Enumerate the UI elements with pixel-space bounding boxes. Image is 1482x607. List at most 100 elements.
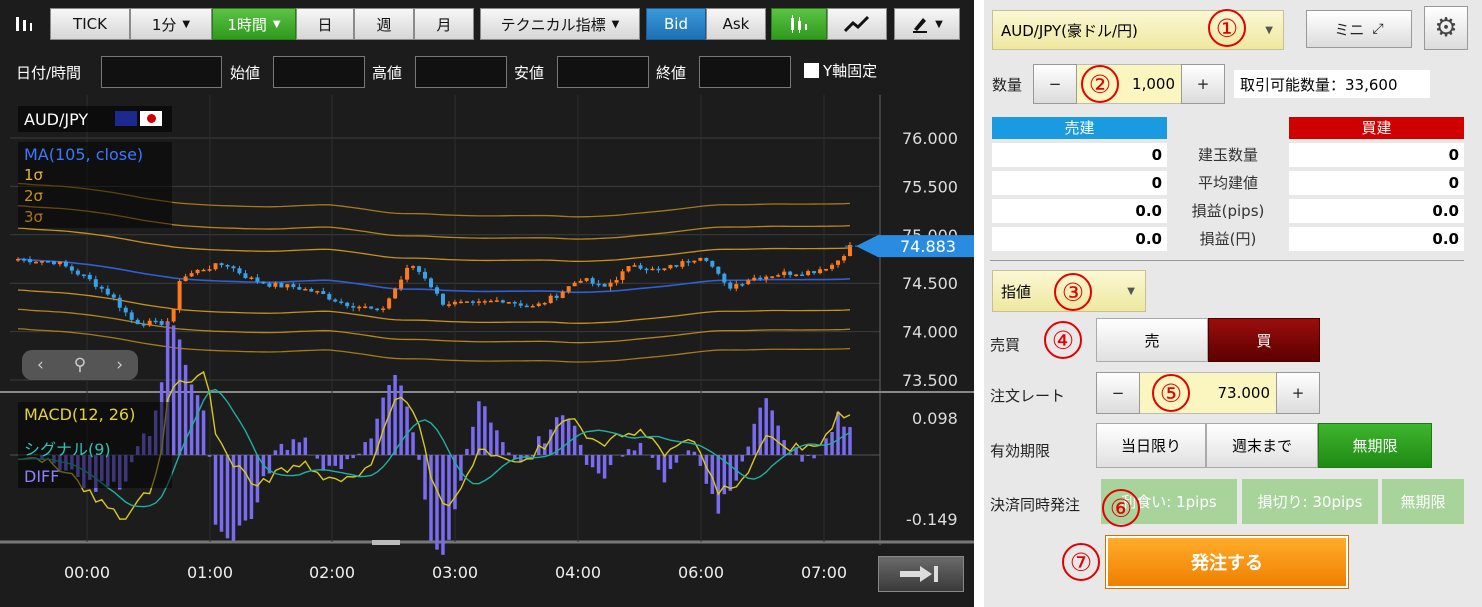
pair-label: AUD/JPY — [24, 110, 89, 129]
candle-body — [381, 308, 386, 310]
candle-body — [452, 301, 457, 305]
mini-mode-button[interactable]: ミニ ⤢ — [1306, 10, 1412, 48]
settings-button[interactable]: ⚙ — [1424, 6, 1468, 50]
magnifier-icon[interactable]: ⚲ — [74, 355, 86, 375]
jump-to-latest-button[interactable] — [878, 556, 964, 592]
candle-body — [614, 279, 619, 283]
candle-body — [57, 261, 62, 265]
sell-button[interactable]: 売 — [1096, 318, 1208, 362]
candle-body — [560, 291, 565, 298]
buy-value: 0 — [1289, 143, 1464, 167]
candle-body — [111, 294, 116, 298]
candle-body — [578, 280, 583, 283]
candle-body — [446, 304, 451, 306]
dropdown-arrow-icon: ▼ — [1127, 285, 1135, 297]
quantity-decrement-button[interactable]: − — [1033, 64, 1077, 104]
ma-label: MA(105, close) — [24, 145, 144, 164]
candle-body — [464, 301, 469, 303]
candle-body — [722, 273, 727, 283]
candle-body — [21, 259, 26, 261]
candle-body — [536, 303, 541, 306]
price-tick-label: 74.500 — [902, 274, 958, 293]
candle-body — [632, 265, 637, 267]
candle-body — [87, 274, 92, 280]
candle-body — [201, 269, 206, 272]
candle-body — [734, 284, 739, 289]
diff-label: DIFF — [24, 467, 60, 486]
sell-value: 0.0 — [992, 227, 1167, 251]
candle-body — [291, 284, 296, 288]
candle-body — [267, 283, 272, 287]
candle-body — [369, 306, 374, 309]
sigma3-label: 3σ — [24, 208, 44, 226]
candle-body — [794, 274, 799, 276]
candle-body — [740, 284, 745, 286]
buy-button[interactable]: 買 — [1208, 318, 1320, 362]
quantity-increment-button[interactable]: + — [1181, 64, 1225, 104]
candle-body — [39, 261, 44, 263]
current-price-label: 74.883 — [900, 237, 956, 256]
marker-2: ② — [1081, 65, 1119, 103]
stop-loss-label: 損切り: 30pips — [1257, 493, 1363, 511]
price-tick-label: 73.500 — [902, 371, 958, 390]
candle-body — [99, 286, 104, 289]
mini-label: ミニ — [1334, 20, 1365, 39]
candle-body — [393, 288, 398, 299]
candle-body — [213, 263, 218, 270]
candle-body — [842, 256, 847, 261]
candle-body — [147, 320, 152, 326]
rate-label: 注文レート — [990, 387, 1066, 405]
marker-1: ① — [1208, 9, 1246, 47]
rate-decrement-button[interactable]: − — [1096, 372, 1140, 414]
table-row: 0.0 損益(円) 0.0 — [992, 227, 1464, 252]
candle-body — [75, 270, 80, 275]
candle-body — [806, 271, 811, 276]
candle-body — [566, 286, 571, 292]
candle-body — [590, 278, 595, 284]
expiry-today-button[interactable]: 当日限り — [1096, 423, 1206, 468]
submit-order-button[interactable]: 発注する — [1106, 536, 1348, 588]
price-tick-label: 76.000 — [902, 129, 958, 148]
candle-body — [285, 284, 290, 288]
candle-body — [51, 261, 56, 265]
macd-label: MACD(12, 26) — [24, 405, 136, 424]
stop-loss-button[interactable]: 損切り: 30pips — [1242, 479, 1378, 524]
chevron-left-icon[interactable]: ‹ — [37, 355, 44, 375]
order-panel: AUD/JPY(豪ドル/円) ▼ ① ミニ ⤢ ⚙ 数量 − 1,000 + ②… — [984, 0, 1482, 607]
japan-flag-icon — [140, 111, 162, 126]
candle-body — [321, 291, 326, 295]
candle-body — [363, 306, 368, 309]
candle-body — [500, 300, 505, 303]
dropdown-arrow-icon: ▼ — [1265, 24, 1273, 36]
row-label: 建玉数量 — [1197, 146, 1258, 164]
rate-increment-button[interactable]: + — [1276, 372, 1320, 414]
side-label: 売買 — [990, 336, 1021, 354]
chevron-right-icon[interactable]: › — [116, 355, 123, 375]
sell-value: 0.0 — [992, 199, 1167, 223]
candle-body — [776, 275, 781, 277]
oco-expiry-button[interactable]: 無期限 — [1382, 479, 1464, 524]
collapse-icon: ⤢ — [1372, 21, 1384, 37]
symbol-label: AUD/JPY(豪ドル/円) — [1001, 21, 1138, 40]
quantity-label: 数量 — [992, 76, 1023, 94]
signal-label: シグナル(9) — [24, 440, 111, 459]
candle-body — [16, 259, 20, 261]
candle-body — [237, 268, 242, 274]
candle-body — [470, 301, 475, 303]
macd-top-label: 0.098 — [912, 409, 958, 428]
sell-value: 0 — [992, 171, 1167, 195]
candle-body — [704, 257, 709, 261]
row-label: 平均建値 — [1197, 174, 1258, 192]
expiry-none-button[interactable]: 無期限 — [1318, 423, 1432, 468]
candle-body — [680, 261, 685, 267]
candle-body — [375, 308, 380, 311]
expiry-week-label: 週末まで — [1231, 437, 1292, 455]
candle-body — [824, 268, 829, 271]
candle-body — [411, 266, 416, 268]
candle-body — [764, 276, 769, 280]
expiry-week-button[interactable]: 週末まで — [1206, 423, 1318, 468]
time-tick-label: 03:00 — [432, 563, 478, 582]
candle-body — [327, 294, 332, 300]
price-chart[interactable]: 76.00075.50075.00074.50074.00073.50074.8… — [0, 0, 974, 607]
candle-body — [524, 305, 529, 308]
